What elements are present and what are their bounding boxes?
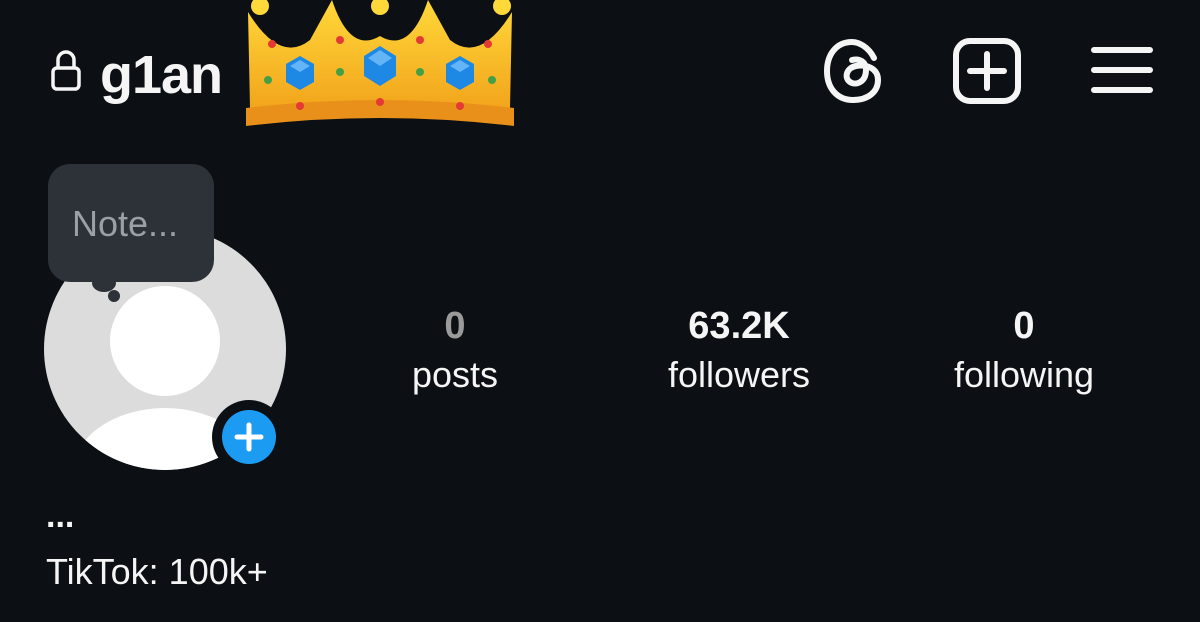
bio-text: TikTok: 100k+	[46, 551, 268, 592]
posts-label: posts	[411, 354, 499, 395]
add-story-button[interactable]	[212, 400, 286, 474]
lock-icon	[51, 50, 81, 91]
note-placeholder: Note...	[72, 203, 179, 244]
avatar-head	[110, 286, 220, 396]
username[interactable]: g1an	[100, 40, 223, 110]
followers-stat[interactable]: 63.2K followers	[620, 300, 858, 398]
posts-stat: 0 posts	[355, 300, 555, 398]
posts-count: 0	[444, 305, 466, 347]
following-label: following	[953, 354, 1095, 395]
create-post-icon[interactable]	[952, 38, 1022, 104]
profile-header: g1an	[0, 0, 1200, 150]
crown-icon	[246, 0, 514, 126]
plus-icon	[234, 422, 264, 452]
followers-count: 63.2K	[688, 305, 790, 347]
note-bubble-tail-dot	[108, 290, 120, 302]
followers-label: followers	[667, 354, 811, 395]
hamburger-menu-icon[interactable]	[1090, 44, 1154, 96]
threads-icon[interactable]	[822, 38, 888, 104]
note-bubble[interactable]: Note...	[48, 164, 214, 282]
following-stat[interactable]: 0 following	[924, 300, 1124, 398]
following-count: 0	[1013, 305, 1035, 347]
bio-name: ...	[46, 497, 75, 535]
